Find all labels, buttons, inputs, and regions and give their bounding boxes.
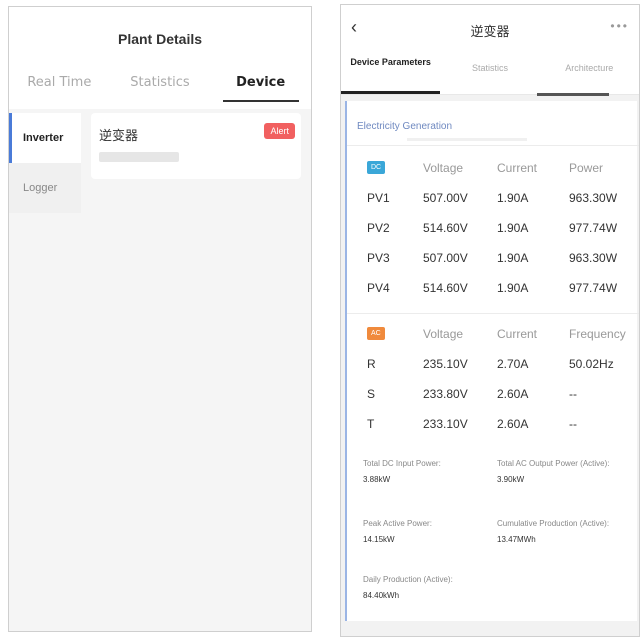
row-label: T <box>367 417 375 431</box>
device-serial-placeholder <box>99 152 179 162</box>
summary-value: 84.40kWh <box>363 591 400 600</box>
dc-header-power: Power <box>569 161 604 175</box>
summary-value: 3.90kW <box>497 475 525 484</box>
cumulative-production: Cumulative Production (Active): 13.47MWh <box>497 519 617 545</box>
ac-header-frequency: Frequency <box>569 327 626 341</box>
scroll-indicator <box>537 93 609 96</box>
plant-details-screen: Plant Details Real Time Statistics Devic… <box>8 6 312 632</box>
ac-header-current: Current <box>497 327 538 341</box>
alert-badge: Alert <box>264 123 295 139</box>
voltage-value: 233.10V <box>423 417 468 431</box>
current-value: 1.90A <box>497 281 529 295</box>
tab-device[interactable]: Device <box>210 67 311 109</box>
dc-header-voltage: Voltage <box>423 161 464 175</box>
device-sidebar: Inverter Logger <box>9 113 81 213</box>
current-value: 2.60A <box>497 387 529 401</box>
frequency-value: -- <box>569 387 577 401</box>
table-row: PV4 514.60V 1.90A 977.74W <box>347 281 639 305</box>
tab-statistics[interactable]: Statistics <box>110 67 211 109</box>
table-row: T 233.10V 2.60A -- <box>347 417 639 441</box>
page-title: Plant Details <box>9 7 311 67</box>
tab-real-time[interactable]: Real Time <box>9 67 110 109</box>
summary-value: 14.15kW <box>363 535 395 544</box>
power-value: 963.30W <box>569 191 618 205</box>
table-row: S 233.80V 2.60A -- <box>347 387 639 411</box>
row-label: PV4 <box>367 281 390 295</box>
section-title: Electricity Generation <box>357 121 453 132</box>
inverter-detail-screen: ‹ 逆变器 ••• Device Parameters Statistics A… <box>340 4 640 637</box>
dc-header-row: DC Voltage Current Power <box>347 161 639 185</box>
ac-header-voltage: Voltage <box>423 327 464 341</box>
divider <box>347 313 639 314</box>
tab-label: Device Parameters <box>350 57 431 67</box>
summary-label: Total AC Output Power (Active): <box>497 459 610 468</box>
ac-badge: AC <box>367 327 385 340</box>
voltage-value: 235.10V <box>423 357 468 371</box>
dc-header-current: Current <box>497 161 538 175</box>
summary-value: 13.47MWh <box>497 535 536 544</box>
row-label: PV2 <box>367 221 390 235</box>
frequency-value: -- <box>569 417 577 431</box>
device-body: Inverter Logger 逆变器 Alert <box>9 109 311 631</box>
current-value: 2.70A <box>497 357 529 371</box>
tab-statistics[interactable]: Statistics <box>440 51 539 94</box>
daily-production: Daily Production (Active): 84.40kWh <box>363 575 523 601</box>
total-dc-input-power: Total DC Input Power: 3.88kW <box>363 459 483 485</box>
power-value: 963.30W <box>569 251 618 265</box>
row-label: PV3 <box>367 251 390 265</box>
dc-badge: DC <box>367 161 386 174</box>
table-row: PV1 507.00V 1.90A 963.30W <box>347 191 639 215</box>
ac-header-row: AC Voltage Current Frequency <box>347 327 639 351</box>
current-value: 2.60A <box>497 417 529 431</box>
power-value: 977.74W <box>569 221 618 235</box>
current-value: 1.90A <box>497 221 529 235</box>
voltage-value: 233.80V <box>423 387 468 401</box>
power-value: 977.74W <box>569 281 618 295</box>
summary-label: Daily Production (Active): <box>363 575 453 584</box>
faint-line <box>407 138 527 141</box>
voltage-value: 514.60V <box>423 221 468 235</box>
row-label: S <box>367 387 376 401</box>
summary-label: Cumulative Production (Active): <box>497 519 610 528</box>
total-ac-output-power: Total AC Output Power (Active): 3.90kW <box>497 459 617 485</box>
more-dots-icon[interactable]: ••• <box>610 19 629 33</box>
tab-device-parameters[interactable]: Device Parameters <box>341 51 441 94</box>
tab-architecture[interactable]: Architecture <box>540 51 639 94</box>
header: ‹ 逆变器 ••• <box>341 5 639 51</box>
summary-label: Total DC Input Power: <box>363 459 441 468</box>
voltage-value: 514.60V <box>423 281 468 295</box>
sidebar-item-logger[interactable]: Logger <box>9 163 81 213</box>
device-card[interactable]: 逆变器 Alert <box>91 113 301 179</box>
current-value: 1.90A <box>497 251 529 265</box>
electricity-generation-card: Electricity Generation DC Voltage Curren… <box>345 101 639 621</box>
summary-value: 3.88kW <box>363 475 391 484</box>
summary-label: Peak Active Power: <box>363 519 432 528</box>
row-label: PV1 <box>367 191 390 205</box>
page-title: 逆变器 <box>470 25 510 40</box>
tab-bar: Device Parameters Statistics Architectur… <box>341 51 639 96</box>
voltage-value: 507.00V <box>423 251 468 265</box>
table-row: R 235.10V 2.70A 50.02Hz <box>347 357 639 381</box>
divider <box>347 145 639 146</box>
tab-bar: Real Time Statistics Device <box>9 67 311 109</box>
peak-active-power: Peak Active Power: 14.15kW <box>363 519 483 545</box>
frequency-value: 50.02Hz <box>569 357 614 371</box>
voltage-value: 507.00V <box>423 191 468 205</box>
table-row: PV2 514.60V 1.90A 977.74W <box>347 221 639 245</box>
table-row: PV3 507.00V 1.90A 963.30W <box>347 251 639 275</box>
current-value: 1.90A <box>497 191 529 205</box>
row-label: R <box>367 357 376 371</box>
sidebar-item-inverter[interactable]: Inverter <box>9 113 81 163</box>
